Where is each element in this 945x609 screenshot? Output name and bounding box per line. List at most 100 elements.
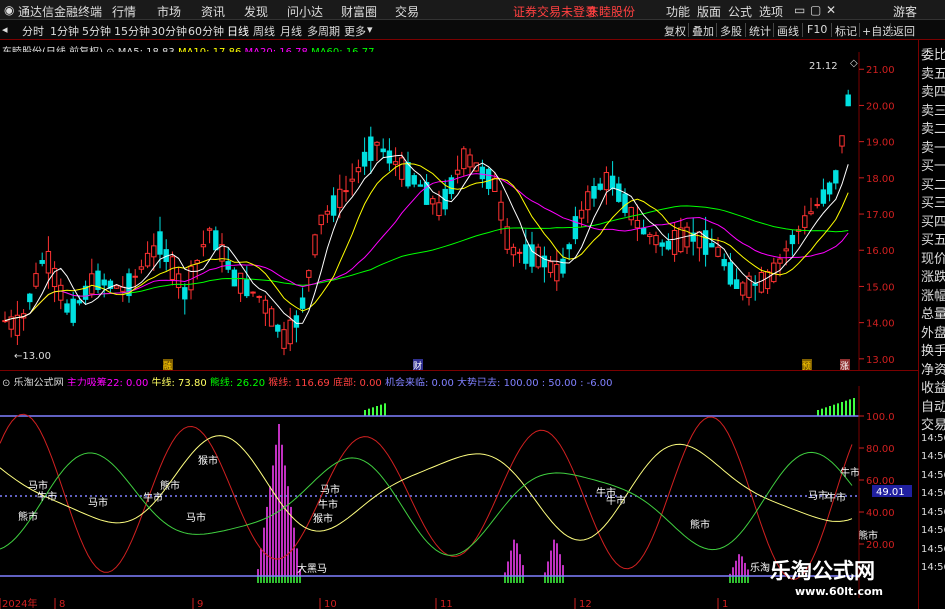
period-more[interactable]: 更多 <box>344 23 366 39</box>
side-panel-item[interactable]: 买五 <box>921 229 945 248</box>
candle-body <box>833 170 839 184</box>
side-panel-item[interactable]: 现价 <box>921 248 945 267</box>
candle-body <box>814 204 820 207</box>
candle-body <box>368 136 374 161</box>
side-panel-item[interactable]: 14:56 <box>921 562 945 573</box>
window-minimize-icon[interactable]: ▭ <box>794 3 805 17</box>
candle-body <box>58 284 64 301</box>
side-panel-item[interactable]: 买一 <box>921 155 945 174</box>
candle-body <box>733 279 740 289</box>
indicator-current-value: 49.01 <box>876 487 905 498</box>
app-logo-icon: ◉ <box>4 3 15 17</box>
period-toolbar: ◂ 分时 1分钟 5分钟 15分钟 30分钟 60分钟 日线 周线 月线 多周期… <box>0 20 945 40</box>
side-panel-item[interactable]: 卖二 <box>921 118 945 137</box>
menu-item-wenxiaoda[interactable]: 问小达 <box>287 3 323 20</box>
menu-item-gongneng[interactable]: 功能 <box>666 3 690 20</box>
candle-body <box>64 303 70 313</box>
low-price-label: ←13.00 <box>14 351 51 362</box>
side-panel-item[interactable]: 买三 <box>921 192 945 211</box>
side-panel-item[interactable]: 自动 <box>921 396 945 415</box>
indicator-axis-label: 20.00 <box>866 540 895 551</box>
side-panel-item[interactable]: 净资 <box>921 359 945 378</box>
side-panel-item[interactable]: 14:56 <box>921 544 945 555</box>
menu-item-banmian[interactable]: 版面 <box>697 3 721 20</box>
period-multi[interactable]: 多周期 <box>307 23 340 39</box>
menu-item-zixun[interactable]: 资讯 <box>201 3 225 20</box>
side-panel-item[interactable]: 外盘 <box>921 322 945 341</box>
watermark-title: 乐淘公式网 <box>770 559 875 583</box>
event-marker-zhang[interactable]: 涨 <box>840 361 849 370</box>
tool-duogu[interactable]: 多股 <box>720 23 742 39</box>
trade-login-alert[interactable]: 证券交易未登录 <box>513 3 597 20</box>
candle-body <box>89 273 95 295</box>
candle-body <box>461 148 467 170</box>
candlestick-chart[interactable]: 21.00 20.00 19.00 18.00 17.00 16.00 15.00 14.00… <box>0 52 918 370</box>
side-panel-item[interactable]: 14:56 <box>921 525 945 536</box>
event-marker-cai[interactable]: 财 <box>413 360 422 370</box>
tool-f10[interactable]: F10 <box>807 23 827 36</box>
candle-body <box>721 258 727 267</box>
event-marker-rong[interactable]: 融 <box>163 361 172 370</box>
side-panel-item[interactable]: 14:56 <box>921 433 945 444</box>
candle-body <box>826 182 833 195</box>
candle-body <box>467 154 473 168</box>
menu-item-jiaoyi[interactable]: 交易 <box>395 3 419 20</box>
period-1min[interactable]: 1分钟 <box>50 23 79 39</box>
window-restore-icon[interactable]: ▢ <box>810 3 821 17</box>
side-panel-item[interactable]: 总量 <box>921 303 945 322</box>
window-close-icon[interactable]: ✕ <box>826 3 836 17</box>
candle-body <box>616 183 622 202</box>
candle-body <box>76 300 83 304</box>
side-panel-item[interactable]: 涨幅 <box>921 285 945 304</box>
candle-body <box>312 234 318 256</box>
side-panel-item[interactable]: 卖五 <box>921 63 945 82</box>
more-dropdown-icon[interactable]: ▾ <box>367 23 373 36</box>
guest-user[interactable]: 游客 <box>893 3 917 20</box>
side-panel-item[interactable]: 交易 <box>921 414 945 433</box>
side-panel-item[interactable]: 买四 <box>921 211 945 230</box>
tool-biaoji[interactable]: 标记 <box>835 23 857 39</box>
side-panel-item[interactable]: 收益 <box>921 377 945 396</box>
side-panel-item[interactable]: 14:56 <box>921 470 945 481</box>
menu-item-faxian[interactable]: 发现 <box>244 3 268 20</box>
side-panel-item[interactable]: 卖三 <box>921 100 945 119</box>
candle-body <box>318 214 324 226</box>
menu-item-xuanxiang[interactable]: 选项 <box>759 3 783 20</box>
period-15min[interactable]: 15分钟 <box>114 23 150 39</box>
tool-add-favorite[interactable]: +自选 <box>862 23 893 39</box>
toolbar-arrow-icon[interactable]: ◂ <box>2 23 8 36</box>
tool-back[interactable]: 返回 <box>893 23 915 39</box>
side-panel-item[interactable]: 14:56 <box>921 451 945 462</box>
side-panel-item[interactable]: 买二 <box>921 174 945 193</box>
menu-item-shichang[interactable]: 市场 <box>157 3 181 20</box>
period-60min[interactable]: 60分钟 <box>188 23 224 39</box>
side-panel-item[interactable]: 换手 <box>921 340 945 359</box>
period-monthly[interactable]: 月线 <box>280 23 302 39</box>
period-fenshi[interactable]: 分时 <box>22 23 44 39</box>
event-marker-yu[interactable]: 预 <box>802 361 811 370</box>
side-panel-item[interactable]: 委比 <box>921 44 945 63</box>
tool-diejia[interactable]: 叠加 <box>692 23 714 39</box>
tool-tongji[interactable]: 统计 <box>749 23 771 39</box>
period-daily[interactable]: 日线 <box>227 23 249 39</box>
side-panel-item[interactable]: 涨跌 <box>921 266 945 285</box>
period-30min[interactable]: 30分钟 <box>151 23 187 39</box>
period-weekly[interactable]: 周线 <box>253 23 275 39</box>
date-axis-label: 2024年 <box>2 598 37 609</box>
indicator-signal-label: 牛市 <box>826 491 846 504</box>
menu-item-hangqing[interactable]: 行情 <box>112 3 136 20</box>
candle-body <box>678 227 684 253</box>
side-panel-item[interactable]: 14:56 <box>921 488 945 499</box>
menu-item-caifuquan[interactable]: 财富圈 <box>341 3 377 20</box>
side-panel-item[interactable]: 卖一 <box>921 137 945 156</box>
period-5min[interactable]: 5分钟 <box>82 23 111 39</box>
side-panel-item[interactable]: 14:56 <box>921 507 945 518</box>
tool-huaxian[interactable]: 画线 <box>777 23 799 39</box>
candle-body <box>547 261 554 273</box>
side-panel-item[interactable]: 卖四 <box>921 81 945 100</box>
candle-body <box>27 293 33 303</box>
menu-item-gongshi[interactable]: 公式 <box>728 3 752 20</box>
tool-fuquan[interactable]: 复权 <box>664 23 686 39</box>
candle-body <box>640 227 647 235</box>
candle-body <box>709 243 715 248</box>
